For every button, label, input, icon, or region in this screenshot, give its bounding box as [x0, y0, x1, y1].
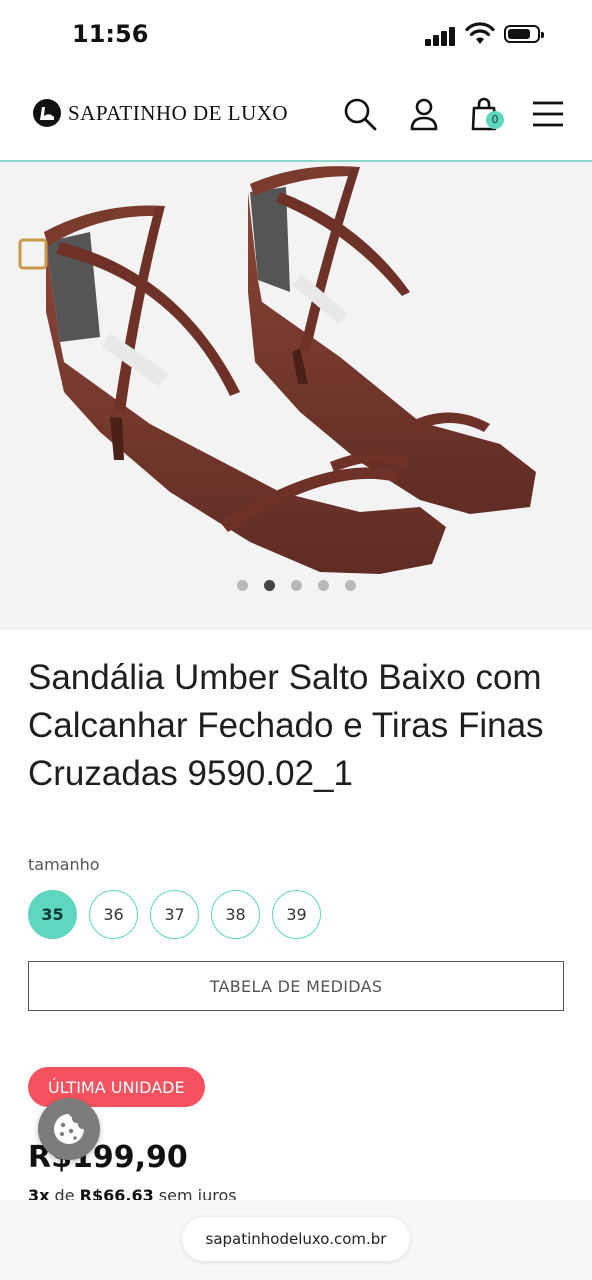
installment-count: 3x [28, 1186, 50, 1200]
cart-button[interactable]: 0 [466, 94, 506, 134]
logo-text: SAPATINHO DE LUXO [68, 100, 289, 125]
wifi-icon [465, 22, 495, 44]
size-selector: 35 36 37 38 39 [28, 890, 321, 939]
gallery-dot[interactable] [290, 580, 302, 591]
size-option-35[interactable]: 35 [28, 890, 77, 939]
status-bar: 11:56 [0, 0, 592, 70]
battery-icon [504, 25, 544, 43]
cookie-button[interactable] [38, 1098, 100, 1160]
logo-icon [33, 99, 61, 127]
size-option-37[interactable]: 37 [150, 890, 199, 939]
installment-text: 3x de R$66,63 sem juros [28, 1186, 237, 1200]
gallery-dot[interactable] [344, 580, 356, 591]
signal-icon [425, 26, 457, 46]
installment-mid: de [54, 1186, 75, 1200]
product-image[interactable] [0, 162, 592, 630]
size-option-36[interactable]: 36 [89, 890, 138, 939]
logo[interactable]: SAPATINHO DE LUXO [32, 96, 288, 130]
size-option-38[interactable]: 38 [211, 890, 260, 939]
installment-suffix: sem juros [158, 1186, 237, 1200]
product-title: Sandália Umber Salto Baixo com Calcanhar… [28, 658, 544, 793]
cart-count-badge: 0 [486, 111, 504, 129]
gallery-dot[interactable] [236, 580, 248, 591]
status-time: 11:56 [72, 20, 149, 48]
gallery-dots [0, 580, 592, 591]
search-icon[interactable] [340, 94, 380, 134]
site-header: SAPATINHO DE LUXO 0 [0, 70, 592, 162]
product-gallery[interactable] [0, 162, 592, 630]
size-option-39[interactable]: 39 [272, 890, 321, 939]
size-chart-button[interactable]: TABELA DE MEDIDAS [28, 961, 564, 1011]
gallery-dot-active[interactable] [263, 580, 275, 591]
address-bar[interactable]: sapatinhodeluxo.com.br [182, 1217, 410, 1261]
cookie-icon [54, 1114, 84, 1144]
installment-value: R$66,63 [79, 1186, 154, 1200]
menu-icon[interactable] [528, 94, 568, 134]
gallery-dot[interactable] [317, 580, 329, 591]
size-label: tamanho [28, 855, 100, 874]
user-icon[interactable] [404, 94, 444, 134]
browser-bottom-bar: sapatinhodeluxo.com.br [0, 1200, 592, 1280]
